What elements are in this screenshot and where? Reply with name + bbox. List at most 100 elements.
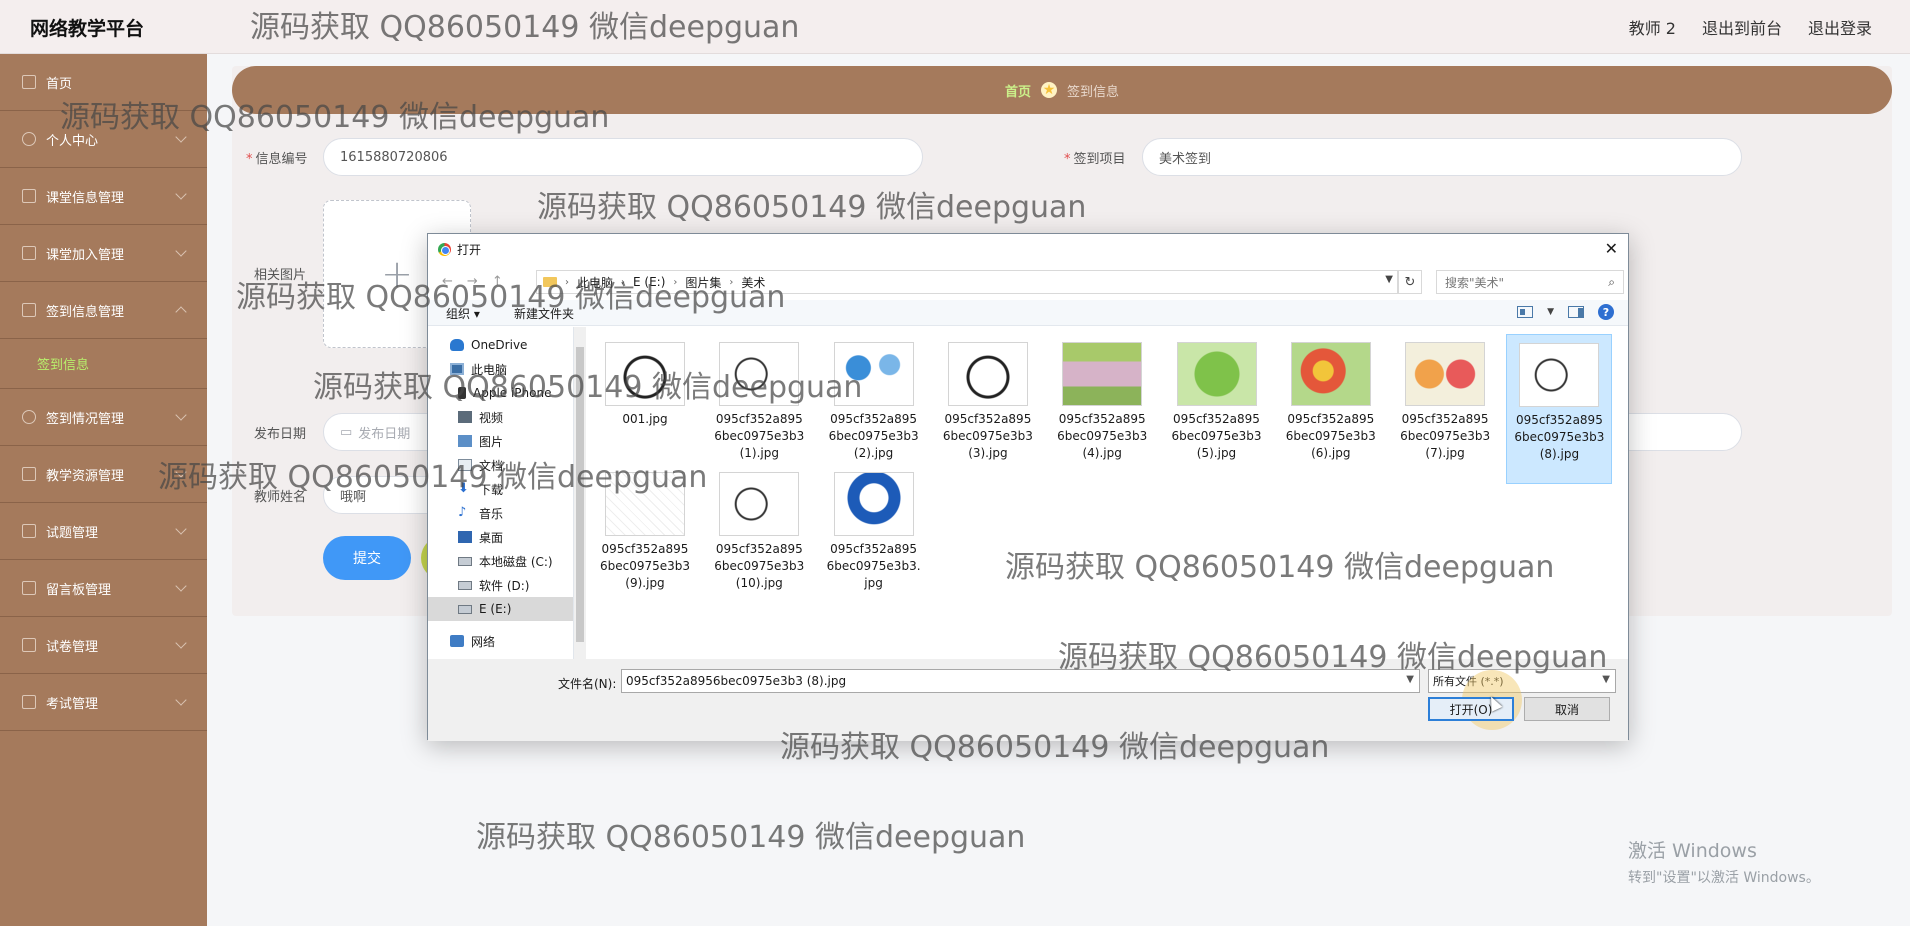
image-thumbnail	[947, 342, 1028, 406]
sidebar-item[interactable]: 试卷管理	[0, 617, 207, 674]
logout-link[interactable]: 退出登录	[1808, 15, 1872, 39]
nav-item[interactable]: 文档	[428, 453, 573, 477]
nav-item[interactable]: 桌面	[428, 525, 573, 549]
new-folder-button[interactable]: 新建文件夹	[514, 305, 574, 322]
path-e-drive[interactable]: E (E:)	[633, 275, 665, 289]
image-thumbnail	[605, 342, 685, 406]
sidebar-item[interactable]: 签到信息管理	[0, 282, 207, 339]
nav-item[interactable]: E (E:)	[428, 597, 573, 621]
close-icon[interactable]: ✕	[1605, 239, 1618, 258]
sidebar-item[interactable]: 考试管理	[0, 674, 207, 731]
organize-button[interactable]: 组织 ▾	[446, 305, 480, 322]
sidebar-item[interactable]: 课堂信息管理	[0, 168, 207, 225]
file-item[interactable]: 095cf352a8956bec0975e3b3 (5).jpg	[1164, 334, 1270, 484]
sidebar-item[interactable]: 留言板管理	[0, 560, 207, 617]
image-thumbnail	[1519, 343, 1600, 407]
chevron-down-icon[interactable]: ▼	[1602, 674, 1610, 685]
project-label: * 签到项目	[1064, 152, 1126, 167]
info-no-input[interactable]: 1615880720806	[323, 138, 923, 176]
image-thumbnail	[1405, 342, 1486, 406]
up-arrow-icon[interactable]: ↑	[492, 274, 503, 289]
path-art[interactable]: 美术	[741, 274, 765, 291]
path-this-pc[interactable]: 此电脑	[577, 274, 613, 291]
nav-item-label: 桌面	[479, 530, 504, 545]
sign-icon	[22, 303, 36, 317]
nav-item[interactable]: Apple iPhone	[428, 381, 573, 405]
sidebar-item[interactable]: 试题管理	[0, 503, 207, 560]
computer-icon	[450, 363, 464, 375]
sidebar-item-label: 考试管理	[46, 696, 99, 712]
sidebar-item-label: 试题管理	[46, 525, 99, 541]
nav-item[interactable]: 本地磁盘 (C:)	[428, 549, 573, 573]
image-thumbnail	[1176, 342, 1257, 406]
chevron-down-icon	[175, 580, 187, 592]
nav-item-label: 图片	[479, 434, 504, 449]
refresh-icon[interactable]: ↻	[1398, 270, 1422, 294]
back-arrow-icon[interactable]: ←	[442, 274, 453, 289]
nav-item-label: 网络	[471, 634, 496, 649]
file-item[interactable]: 095cf352a8956bec0975e3b3 (3).jpg	[935, 334, 1041, 484]
sidebar-item[interactable]: 首页	[0, 54, 207, 111]
nav-item-label: 音乐	[479, 506, 504, 521]
user-name-link[interactable]: 教师 2	[1629, 15, 1676, 39]
sidebar-item[interactable]: 签到情况管理	[0, 389, 207, 446]
bag-icon	[22, 246, 36, 260]
file-item[interactable]: 095cf352a8956bec0975e3b3 (4).jpg	[1049, 334, 1155, 484]
nav-item[interactable]: OneDrive	[428, 333, 573, 357]
sidebar-item-label: 个人中心	[46, 133, 99, 149]
chrome-icon	[438, 242, 451, 256]
search-input[interactable]: 搜索"美术" ⌕	[1436, 270, 1624, 294]
image-thumbnail	[1290, 342, 1371, 406]
list-icon	[22, 695, 36, 709]
address-bar[interactable]: › 此电脑 › E (E:) › 图片集 › 美术 ▼	[536, 270, 1398, 294]
file-type-select[interactable]: 所有文件 (*.*) ▼	[1428, 669, 1616, 693]
file-item[interactable]: 095cf352a8956bec0975e3b3 (10).jpg	[706, 464, 812, 614]
nav-item[interactable]: ⬇ 下载	[428, 477, 573, 501]
nav-item[interactable]: 图片	[428, 429, 573, 453]
project-input[interactable]: 美术签到	[1142, 138, 1742, 176]
file-item[interactable]: 001.jpg	[592, 334, 698, 484]
nav-item[interactable]: 软件 (D:)	[428, 573, 573, 597]
sidebar: 首页个人中心课堂信息管理 课堂加入管理 签到信息管理 签到信息签到情况管理教学资源管理…	[0, 54, 207, 926]
sidebar-item[interactable]: 课堂加入管理	[0, 225, 207, 282]
sidebar-item[interactable]: 教学资源管理	[0, 446, 207, 503]
sidebar-item-label: 首页	[46, 76, 73, 92]
sidebar-subitem-sign-info[interactable]: 签到信息	[0, 339, 207, 389]
nav-item[interactable]: 网络	[428, 629, 573, 653]
open-button[interactable]: 打开(O)	[1428, 697, 1514, 721]
nav-item[interactable]: 此电脑	[428, 357, 573, 381]
file-name: 095cf352a8956bec0975e3b3 (2).jpg	[828, 412, 919, 460]
file-item[interactable]: 095cf352a8956bec0975e3b3 (1).jpg	[706, 334, 812, 484]
desktop-icon	[458, 531, 472, 543]
nav-item[interactable]: 视频	[428, 405, 573, 429]
chevron-down-icon[interactable]: ▼	[1385, 274, 1393, 285]
nav-item[interactable]: ♪ 音乐	[428, 501, 573, 525]
chevron-down-icon[interactable]: ▼	[1547, 307, 1554, 317]
file-name: 095cf352a8956bec0975e3b3 (10).jpg	[714, 542, 805, 590]
forward-arrow-icon[interactable]: →	[467, 274, 478, 289]
file-item[interactable]: 095cf352a8956bec0975e3b3 (2).jpg	[821, 334, 927, 484]
nav-item-label: 此电脑	[471, 362, 508, 377]
breadcrumb-home[interactable]: 首页	[1005, 81, 1031, 100]
filename-row: 文件名(N): 095cf352a8956bec0975e3b3 (8).jpg…	[428, 659, 1628, 741]
nav-scrollbar[interactable]	[574, 327, 586, 659]
view-icon[interactable]	[1517, 306, 1534, 318]
home-icon	[22, 75, 36, 89]
path-picture-set[interactable]: 图片集	[685, 274, 721, 291]
preview-pane-icon[interactable]	[1568, 306, 1584, 318]
cancel-button[interactable]: 取消	[1524, 697, 1610, 721]
file-item[interactable]: 095cf352a8956bec0975e3b3 (9).jpg	[592, 464, 698, 614]
sidebar-item-label: 签到情况管理	[46, 411, 125, 427]
file-item[interactable]: 095cf352a8956bec0975e3b3.jpg	[821, 464, 927, 614]
chevron-down-icon[interactable]: ▼	[1406, 674, 1414, 685]
star-icon: ★	[1041, 82, 1057, 98]
back-to-front-link[interactable]: 退出到前台	[1702, 15, 1782, 39]
filename-input[interactable]: 095cf352a8956bec0975e3b3 (8).jpg ▼	[621, 669, 1420, 693]
file-item[interactable]: 095cf352a8956bec0975e3b3 (7).jpg	[1392, 334, 1498, 484]
sidebar-item[interactable]: 个人中心	[0, 111, 207, 168]
circle-icon	[22, 638, 36, 652]
submit-button[interactable]: 提交	[323, 536, 411, 580]
file-item[interactable]: 095cf352a8956bec0975e3b3 (8).jpg	[1506, 334, 1613, 484]
file-item[interactable]: 095cf352a8956bec0975e3b3 (6).jpg	[1278, 334, 1384, 484]
help-icon[interactable]: ?	[1598, 304, 1614, 320]
